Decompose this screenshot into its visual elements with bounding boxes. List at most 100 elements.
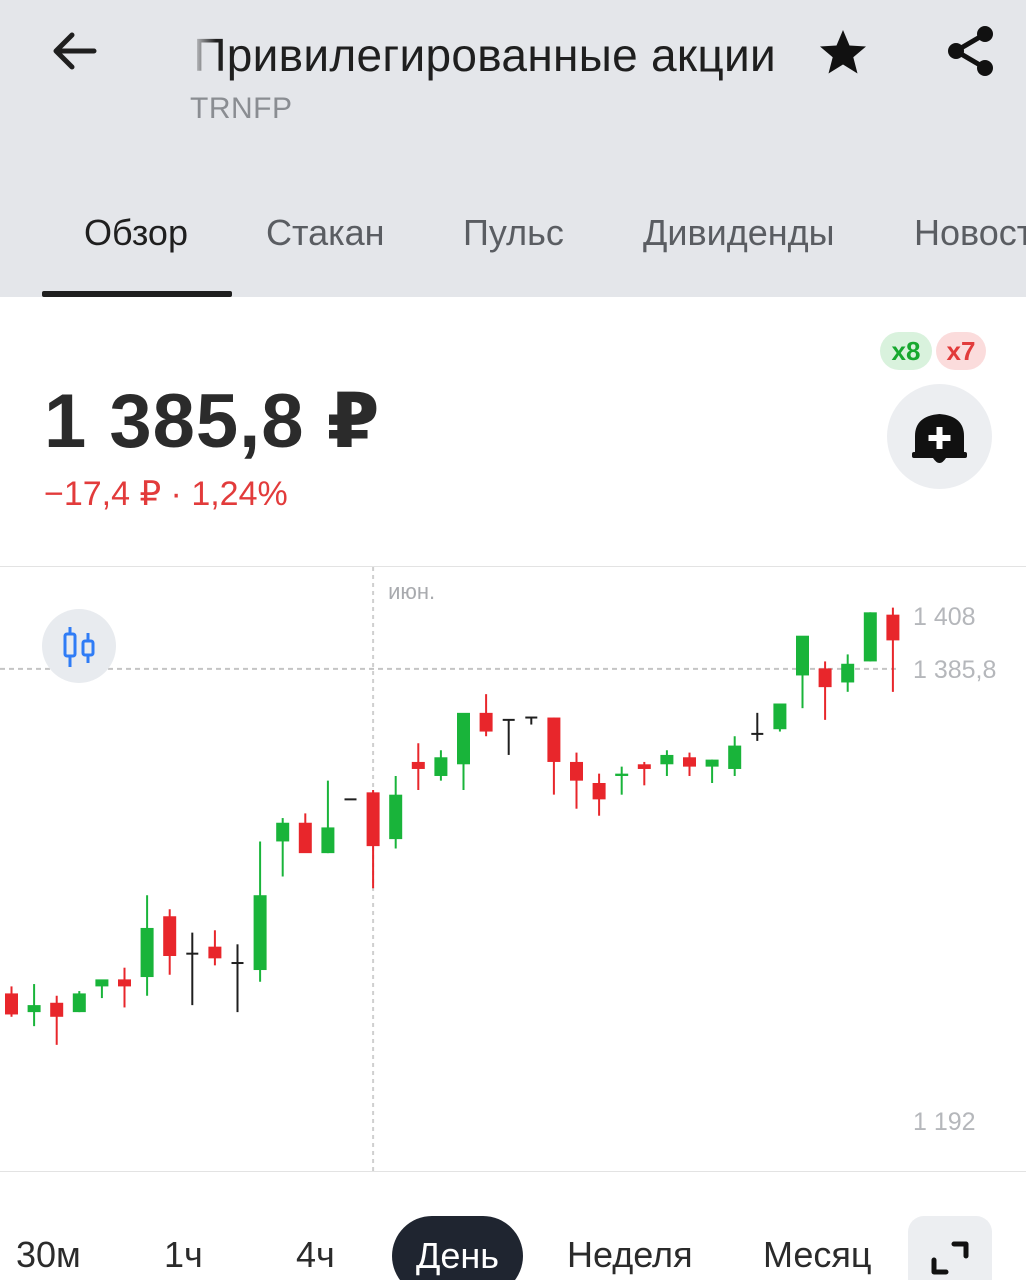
candle <box>321 780 335 854</box>
candle-body <box>208 946 222 959</box>
candle-body <box>863 612 877 662</box>
expand-chart-button[interactable] <box>908 1216 992 1280</box>
candle <box>27 984 41 1027</box>
candle <box>818 661 832 720</box>
tab-overview[interactable]: Обзор <box>84 212 188 254</box>
period-4h[interactable]: 4ч <box>296 1234 335 1276</box>
candle-body <box>570 761 583 781</box>
candle-body <box>841 663 855 683</box>
tab-dividends[interactable]: Дивиденды <box>643 212 835 254</box>
candlestick-chart[interactable]: июн. 1 408 1 192 1 385,8 <box>0 567 1026 1173</box>
candle <box>637 761 651 786</box>
current-price: 1 385,8 ₽ <box>44 379 381 464</box>
up-count-badge: x8 <box>880 332 932 370</box>
candle <box>298 813 312 854</box>
candle <box>5 986 18 1017</box>
candle <box>841 654 855 692</box>
star-icon <box>820 30 866 74</box>
candle <box>389 775 403 849</box>
candle-body <box>457 712 470 765</box>
app-header: Привилегированные акции TRNFP Обзор Стак… <box>0 0 1026 297</box>
candle-body <box>27 1005 41 1013</box>
indicators-button[interactable] <box>42 609 116 683</box>
y-tick-label: 1 408 <box>913 603 976 631</box>
period-day[interactable]: День <box>392 1216 524 1280</box>
current-price-label: 1 385,8 <box>913 656 996 684</box>
tab-order-book[interactable]: Стакан <box>266 212 385 254</box>
period-1h[interactable]: 1ч <box>164 1234 203 1276</box>
candle-body <box>366 792 380 847</box>
candle <box>186 932 199 1006</box>
candle-body <box>479 712 493 732</box>
bell-plus-icon <box>912 414 967 463</box>
candle-body <box>298 822 312 854</box>
candle-body <box>321 827 335 854</box>
candle-body <box>411 761 425 769</box>
add-price-alert-button[interactable] <box>887 384 992 489</box>
candle <box>231 944 244 1013</box>
candle <box>728 736 742 776</box>
candle <box>434 750 448 781</box>
ticker-symbol: TRNFP <box>190 92 293 125</box>
page-title: Привилегированные акции <box>193 29 776 81</box>
candle-body <box>796 635 809 676</box>
candle <box>705 759 719 783</box>
candle <box>140 895 154 996</box>
candle <box>457 712 470 791</box>
candle <box>253 841 267 982</box>
candle <box>525 716 538 725</box>
down-count-badge: x7 <box>936 332 986 370</box>
candle-body <box>592 782 606 800</box>
price-chart[interactable]: июн. 1 408 1 192 1 385,8 <box>0 566 1026 1173</box>
page-title-container: Привилегированные акции <box>190 22 780 84</box>
candle <box>366 790 380 889</box>
arrow-left-icon <box>53 32 97 70</box>
candle-body <box>615 773 629 776</box>
candle-body <box>818 668 832 688</box>
tab-bar: Обзор Стакан Пульс Дивиденды Новости <box>0 200 1026 297</box>
candle <box>660 750 674 776</box>
period-month[interactable]: Месяц <box>763 1234 872 1276</box>
candle <box>592 773 606 816</box>
candle <box>479 694 493 737</box>
month-label: июн. <box>388 579 435 604</box>
candle <box>50 995 64 1045</box>
candle-body <box>72 993 86 1013</box>
candle-body <box>705 759 719 767</box>
candle-body <box>163 916 177 957</box>
tab-pulse[interactable]: Пульс <box>463 212 564 254</box>
back-button[interactable] <box>46 22 104 80</box>
candle <box>886 607 900 692</box>
favorite-button[interactable] <box>812 22 874 84</box>
candle-body <box>547 717 561 762</box>
candle <box>863 612 877 662</box>
candle <box>208 930 222 966</box>
candle-body <box>276 822 290 842</box>
candle-body <box>50 1002 64 1017</box>
candle <box>683 752 696 776</box>
candle-body <box>660 754 674 765</box>
share-button[interactable] <box>940 20 1002 82</box>
period-week[interactable]: Неделя <box>567 1234 693 1276</box>
candles-icon <box>63 627 95 667</box>
candle <box>72 991 86 1013</box>
candle-body <box>5 993 18 1015</box>
candle <box>547 717 561 795</box>
candle-body <box>118 979 131 987</box>
tab-news[interactable]: Новости <box>914 212 1026 254</box>
period-30m[interactable]: 30м <box>16 1234 81 1276</box>
candle <box>796 635 809 709</box>
candle-body <box>389 794 403 840</box>
candle <box>502 718 515 755</box>
candle-body <box>434 757 448 776</box>
candle <box>570 752 583 809</box>
share-icon <box>948 26 993 76</box>
candle-body <box>886 614 900 641</box>
candle-body <box>140 927 154 978</box>
y-tick-label: 1 192 <box>913 1108 976 1136</box>
candle-body <box>95 979 109 987</box>
candle-body <box>728 745 742 769</box>
candle-body <box>773 703 787 730</box>
candle <box>118 967 131 1008</box>
expand-icon <box>931 1241 969 1275</box>
